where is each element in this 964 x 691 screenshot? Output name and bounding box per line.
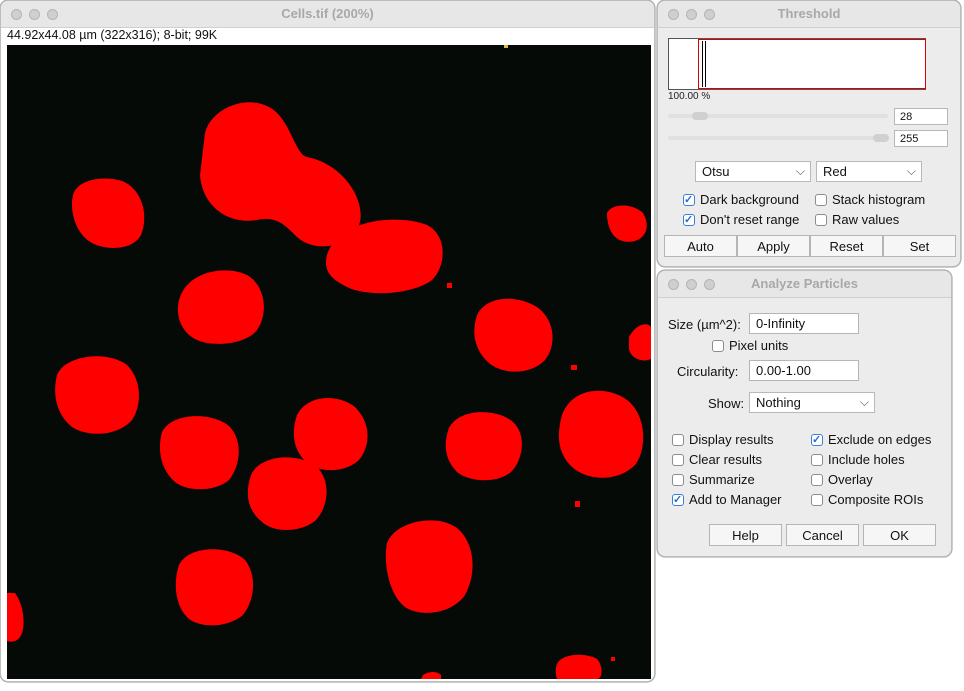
- composite-rois-label: Composite ROIs: [828, 492, 924, 507]
- checkbox-icon[interactable]: [811, 432, 823, 448]
- analyze-particles-titlebar[interactable]: Analyze Particles: [658, 271, 951, 298]
- size-field[interactable]: 0-Infinity: [749, 313, 859, 334]
- dark-background-label: Dark background: [700, 192, 799, 207]
- display-mode-select[interactable]: Red ⌵: [816, 161, 922, 182]
- threshold-method-select[interactable]: Otsu ⌵: [695, 161, 811, 182]
- analyze-particles-title: Analyze Particles: [751, 276, 858, 291]
- chevron-down-icon: ⌵: [795, 164, 805, 178]
- summarize-checkbox[interactable]: Summarize: [672, 472, 755, 488]
- circularity-field[interactable]: 0.00-1.00: [749, 360, 859, 381]
- checkbox-icon[interactable]: [672, 454, 684, 466]
- overlay-checkbox[interactable]: Overlay: [811, 472, 873, 488]
- raw-values-label: Raw values: [832, 212, 900, 227]
- histogram-peak: [705, 41, 706, 87]
- add-to-manager-label: Add to Manager: [689, 492, 782, 507]
- image-window-title: Cells.tif (200%): [281, 6, 374, 21]
- checkbox-icon[interactable]: [815, 194, 827, 206]
- checkbox-icon[interactable]: [712, 340, 724, 352]
- clear-results-checkbox[interactable]: Clear results: [672, 452, 762, 468]
- stack-histogram-label: Stack histogram: [832, 192, 926, 207]
- max-threshold-field[interactable]: 255: [894, 130, 948, 147]
- max-slider-handle[interactable]: [873, 134, 889, 142]
- dont-reset-range-checkbox[interactable]: Don't reset range: [683, 212, 799, 228]
- checkbox-icon[interactable]: [811, 454, 823, 466]
- image-window-titlebar[interactable]: Cells.tif (200%): [1, 1, 654, 28]
- display-results-checkbox[interactable]: Display results: [672, 432, 774, 448]
- image-window: Cells.tif (200%) 44.92x44.08 µm (322x316…: [0, 0, 655, 682]
- include-holes-checkbox[interactable]: Include holes: [811, 452, 905, 468]
- histogram-peak: [702, 41, 703, 87]
- cancel-button[interactable]: Cancel: [786, 524, 859, 546]
- exclude-on-edges-label: Exclude on edges: [828, 432, 932, 447]
- min-threshold-field[interactable]: 28: [894, 108, 948, 125]
- min-threshold-slider[interactable]: [668, 112, 888, 120]
- dark-background-checkbox[interactable]: Dark background: [683, 192, 799, 208]
- size-label: Size (µm^2):: [668, 317, 741, 332]
- image-canvas[interactable]: [7, 45, 651, 679]
- thresholded-cells-overlay: [7, 102, 651, 679]
- apply-button[interactable]: Apply: [737, 235, 810, 257]
- add-to-manager-checkbox[interactable]: Add to Manager: [672, 492, 782, 508]
- threshold-titlebar[interactable]: Threshold: [658, 1, 960, 28]
- chevron-down-icon: ⌵: [906, 164, 916, 178]
- exclude-on-edges-checkbox[interactable]: Exclude on edges: [811, 432, 931, 448]
- threshold-range-indicator: [698, 39, 926, 89]
- stack-histogram-checkbox[interactable]: Stack histogram: [815, 192, 925, 208]
- threshold-percent: 100.00 %: [668, 91, 711, 102]
- analyze-particles-window: Analyze Particles Size (µm^2): 0-Infinit…: [657, 270, 952, 557]
- composite-rois-checkbox[interactable]: Composite ROIs: [811, 492, 923, 508]
- checkbox-icon[interactable]: [811, 494, 823, 506]
- checkbox-icon[interactable]: [683, 212, 695, 228]
- display-results-label: Display results: [689, 432, 774, 447]
- checkbox-icon[interactable]: [683, 192, 695, 208]
- checkbox-icon[interactable]: [672, 434, 684, 446]
- help-button[interactable]: Help: [709, 524, 782, 546]
- include-holes-label: Include holes: [828, 452, 905, 467]
- dont-reset-range-label: Don't reset range: [700, 212, 800, 227]
- threshold-title: Threshold: [777, 6, 841, 21]
- ok-button[interactable]: OK: [863, 524, 936, 546]
- show-select[interactable]: Nothing ⌵: [749, 392, 875, 413]
- display-mode-value: Red: [823, 164, 847, 179]
- chevron-down-icon: ⌵: [859, 395, 869, 409]
- circularity-label: Circularity:: [677, 364, 739, 379]
- raw-values-checkbox[interactable]: Raw values: [815, 212, 899, 228]
- show-value: Nothing: [756, 395, 801, 410]
- checkbox-icon[interactable]: [811, 474, 823, 486]
- checkbox-icon[interactable]: [672, 492, 684, 508]
- checkbox-icon[interactable]: [672, 474, 684, 486]
- image-info: 44.92x44.08 µm (322x316); 8-bit; 99K: [7, 28, 218, 42]
- checkbox-icon[interactable]: [815, 214, 827, 226]
- clear-results-label: Clear results: [689, 452, 762, 467]
- min-slider-handle[interactable]: [692, 112, 708, 120]
- overlay-label: Overlay: [828, 472, 873, 487]
- pixel-units-label: Pixel units: [729, 338, 789, 353]
- show-label: Show:: [708, 396, 745, 411]
- threshold-method-value: Otsu: [702, 164, 730, 179]
- reset-button[interactable]: Reset: [810, 235, 883, 257]
- pixel-units-checkbox[interactable]: Pixel units: [712, 338, 788, 354]
- threshold-histogram: [668, 38, 926, 90]
- set-button[interactable]: Set: [883, 235, 956, 257]
- threshold-window: Threshold 100.00 % 28 255 Otsu ⌵ Red ⌵ D…: [657, 0, 961, 267]
- max-threshold-slider[interactable]: [668, 134, 889, 142]
- auto-button[interactable]: Auto: [664, 235, 737, 257]
- selection-marker: [504, 45, 508, 48]
- summarize-label: Summarize: [689, 472, 755, 487]
